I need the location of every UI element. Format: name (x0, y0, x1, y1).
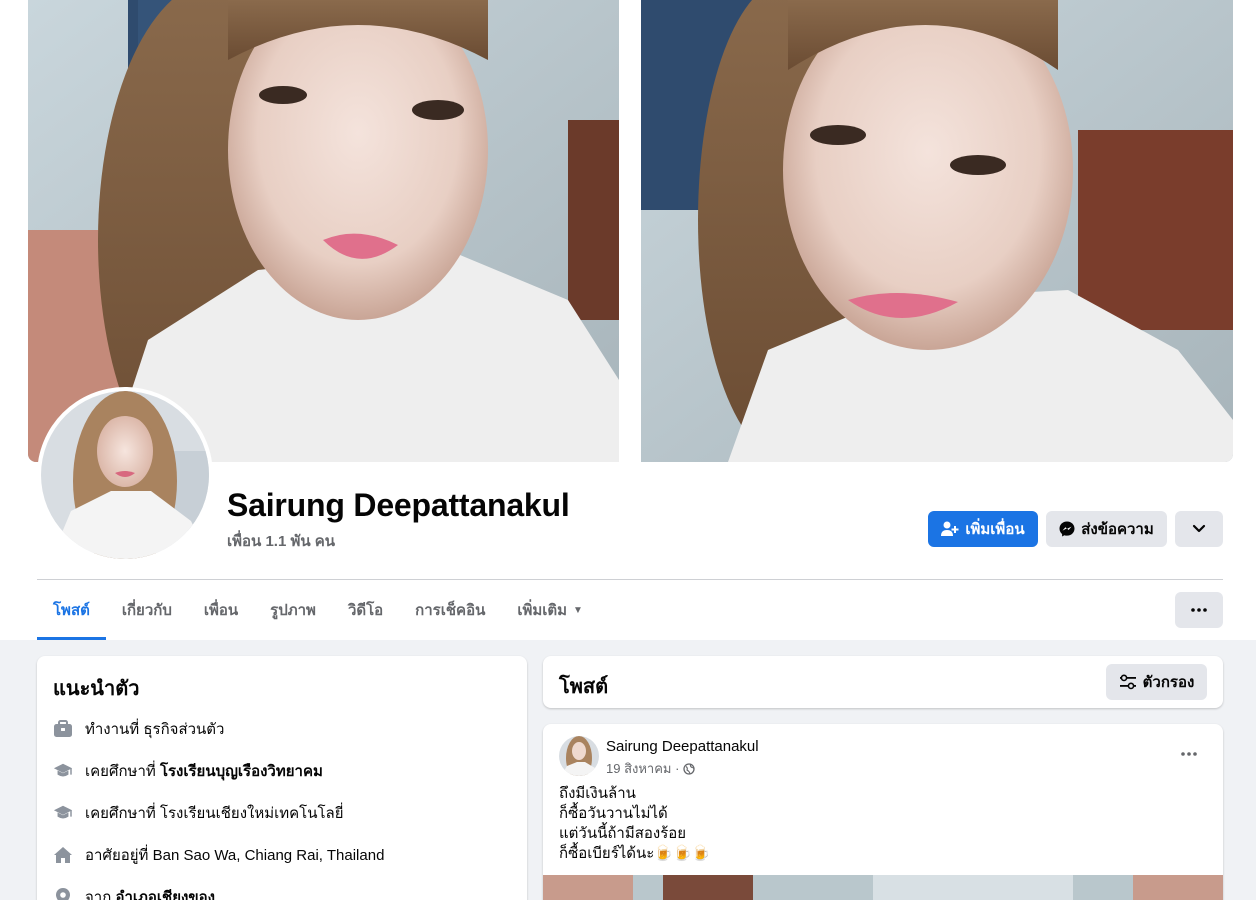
intro-prefix: จาก (85, 889, 112, 900)
briefcase-icon (53, 719, 73, 739)
globe-icon (683, 762, 696, 775)
more-dots-icon (1181, 752, 1197, 756)
intro-hometown-link[interactable]: อำเภอเชียงของ (115, 885, 214, 900)
tab-label: เพิ่มเติม (517, 602, 568, 619)
tab-label: เพื่อน (203, 602, 239, 619)
intro-text[interactable]: โรงเรียนเชียงใหม่เทคโนโลยี่ (160, 801, 344, 825)
tab-more[interactable]: เพิ่มเติม ▼ (501, 580, 599, 640)
intro-item-from: จาก อำเภอเชียงของ (53, 876, 513, 900)
add-friend-icon (941, 521, 959, 537)
post-photo[interactable] (543, 875, 1223, 900)
intro-text[interactable]: Ban Sao Wa, Chiang Rai, Thailand (153, 847, 385, 864)
post-options-button[interactable] (1171, 736, 1207, 772)
filter-label: ตัวกรอง (1142, 674, 1195, 691)
tab-checkins[interactable]: การเช็คอิน (399, 580, 501, 640)
tab-label: โพสต์ (53, 602, 90, 619)
intro-item-work: ทำงานที่ ธุรกิจส่วนตัว (53, 708, 513, 750)
intro-prefix: ทำงานที่ (85, 721, 140, 738)
filter-sliders-icon (1119, 674, 1137, 690)
home-icon (53, 845, 73, 865)
graduation-cap-icon (53, 803, 73, 823)
intro-title: แนะนำตัว (53, 678, 140, 700)
caret-down-icon: ▼ (573, 604, 583, 616)
tab-label: รูปภาพ (270, 602, 316, 619)
tab-friends[interactable]: เพื่อน (188, 580, 254, 640)
intro-text[interactable]: ธุรกิจส่วนตัว (143, 717, 224, 741)
location-pin-icon (53, 887, 73, 900)
post-line: ก็ซื้อวันวานไม่ได้ (559, 805, 668, 822)
tabs-more-button[interactable] (1175, 592, 1223, 628)
post-line: แต่วันนี้ถ้ามีสองร้อย (559, 825, 687, 842)
more-dots-icon (1191, 608, 1207, 612)
chevron-down-icon (1192, 524, 1206, 534)
post-card: Sairung Deepattanakul 19 สิงหาคม · ถึงมี… (543, 724, 1223, 900)
profile-name: Sairung Deepattanakul (227, 487, 570, 523)
cover-photo[interactable] (28, 0, 1233, 462)
posts-title: โพสต์ (559, 676, 609, 698)
intro-school-link[interactable]: โรงเรียนบุญเรืองวิทยาคม (160, 759, 323, 783)
intro-prefix: เคยศึกษาที่ (85, 805, 156, 822)
add-friend-label: เพิ่มเพื่อน (965, 521, 1025, 538)
message-label: ส่งข้อความ (1081, 521, 1154, 538)
tab-posts[interactable]: โพสต์ (37, 580, 106, 640)
tab-videos[interactable]: วิดีโอ (332, 580, 399, 640)
post-line: ก็ซื้อเบียร์ได้นะ🍺🍺🍺 (559, 845, 711, 862)
filter-button[interactable]: ตัวกรอง (1106, 664, 1207, 700)
friend-count[interactable]: เพื่อน 1.1 พัน คน (227, 529, 335, 553)
intro-prefix: อาศัยอยู่ที่ (85, 847, 149, 864)
post-author-name[interactable]: Sairung Deepattanakul (606, 738, 759, 755)
post-text: ถึงมีเงินล้าน ก็ซื้อวันวานไม่ได้ แต่วันน… (559, 784, 710, 864)
add-friend-button[interactable]: เพิ่มเพื่อน (928, 511, 1038, 547)
intro-prefix: เคยศึกษาที่ (85, 763, 156, 780)
intro-card: แนะนำตัว ทำงานที่ ธุรกิจส่วนตัว เคยศึกษา… (37, 656, 527, 900)
tab-label: เกี่ยวกับ (121, 602, 172, 619)
intro-item-education: เคยศึกษาที่ โรงเรียนบุญเรืองวิทยาคม (53, 750, 513, 792)
posts-header-card: โพสต์ ตัวกรอง (543, 656, 1223, 708)
intro-item-education: เคยศึกษาที่ โรงเรียนเชียงใหม่เทคโนโลยี่ (53, 792, 513, 834)
more-actions-button[interactable] (1175, 511, 1223, 547)
profile-tabs: โพสต์ เกี่ยวกับ เพื่อน รูปภาพ วิดีโอ การ… (37, 580, 599, 640)
post-line: ถึงมีเงินล้าน (559, 785, 636, 802)
post-date[interactable]: 19 สิงหาคม · (606, 758, 679, 779)
post-author-avatar[interactable] (559, 736, 599, 776)
tab-photos[interactable]: รูปภาพ (254, 580, 332, 640)
intro-list: ทำงานที่ ธุรกิจส่วนตัว เคยศึกษาที่ โรงเร… (53, 708, 513, 900)
profile-avatar[interactable] (37, 387, 213, 563)
messenger-icon (1059, 521, 1075, 537)
graduation-cap-icon (53, 761, 73, 781)
intro-item-lives: อาศัยอยู่ที่ Ban Sao Wa, Chiang Rai, Tha… (53, 834, 513, 876)
tab-about[interactable]: เกี่ยวกับ (106, 580, 188, 640)
post-meta: 19 สิงหาคม · (606, 758, 696, 779)
tab-label: วิดีโอ (347, 602, 384, 619)
tab-label: การเช็คอิน (415, 602, 486, 619)
message-button[interactable]: ส่งข้อความ (1046, 511, 1167, 547)
